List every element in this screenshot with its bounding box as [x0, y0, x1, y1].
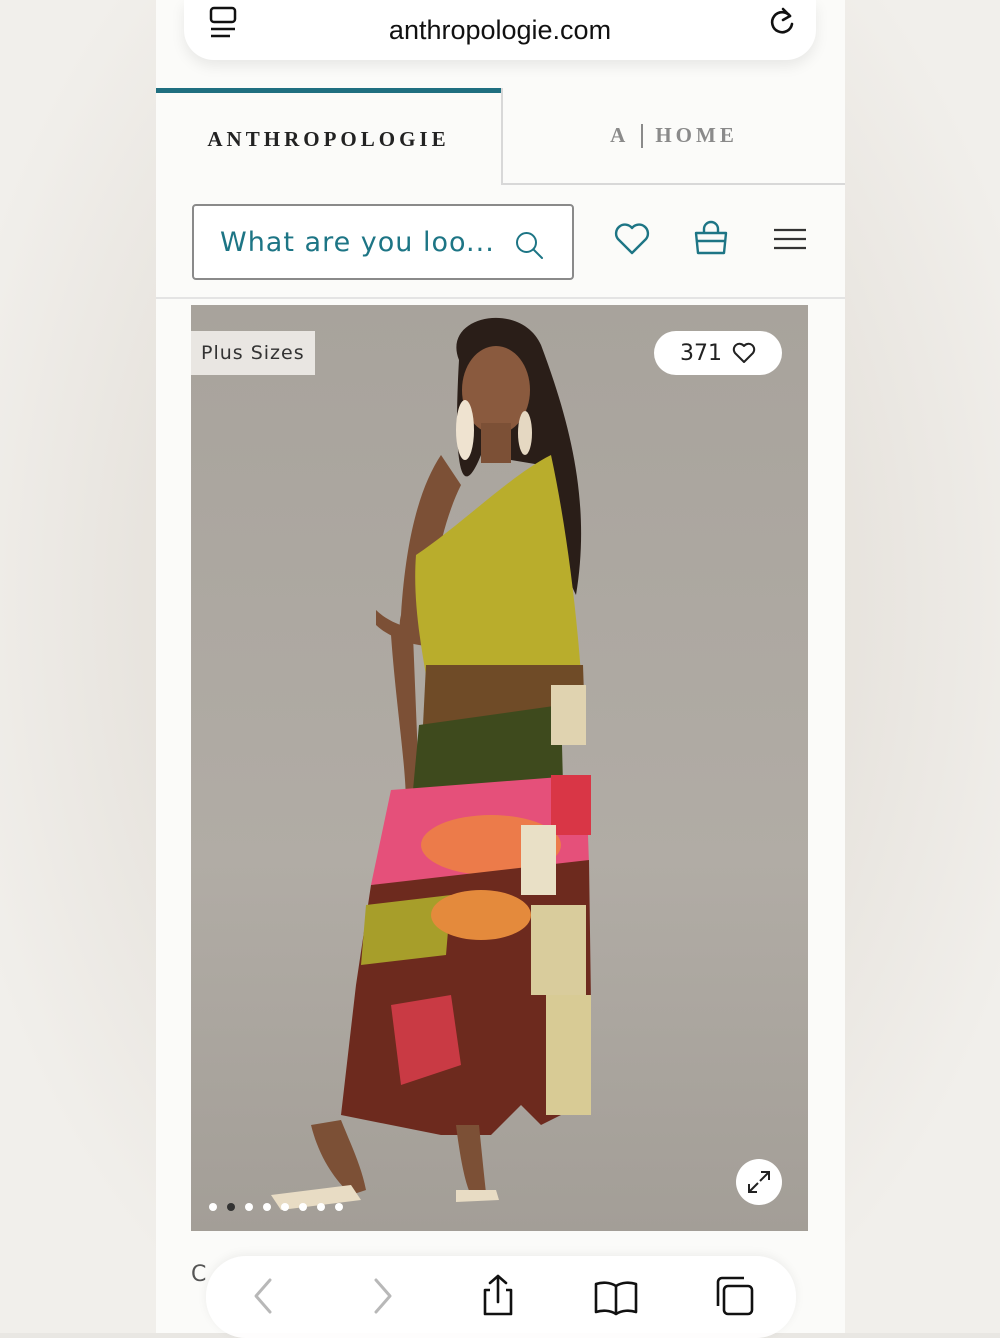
- tab-home-label: HOME: [655, 123, 738, 147]
- favorite-count: 371: [680, 340, 722, 366]
- share-icon[interactable]: [476, 1274, 520, 1318]
- reload-icon[interactable]: [766, 6, 798, 38]
- browser-url-bar[interactable]: anthropologie.com: [184, 0, 816, 60]
- tab-anthropologie[interactable]: ANTHROPOLOGIE: [156, 88, 501, 185]
- expand-image-button[interactable]: [736, 1159, 782, 1205]
- favorite-count-button[interactable]: 371: [654, 331, 782, 375]
- heart-icon: [732, 342, 756, 363]
- product-photo: [191, 305, 808, 1231]
- tab-divider: [641, 123, 644, 148]
- carousel-dot[interactable]: [245, 1203, 253, 1211]
- tab-home-a-label: A: [610, 123, 630, 147]
- carousel-dot[interactable]: [263, 1203, 271, 1211]
- shopping-bag-icon[interactable]: [691, 219, 731, 259]
- tab-anthropologie-label: ANTHROPOLOGIE: [207, 126, 450, 151]
- carousel-dot[interactable]: [281, 1203, 289, 1211]
- wishlist-heart-icon[interactable]: [612, 219, 652, 259]
- search-input[interactable]: What are you loo...: [192, 204, 574, 280]
- page-menu-icon[interactable]: [208, 4, 238, 42]
- search-icon[interactable]: [514, 230, 544, 260]
- url-text[interactable]: anthropologie.com: [389, 15, 611, 46]
- header-search-row: What are you loo...: [156, 185, 845, 299]
- carousel-dot[interactable]: [335, 1203, 343, 1211]
- expand-icon: [748, 1171, 770, 1193]
- hamburger-menu-icon[interactable]: [770, 219, 810, 259]
- tab-anthropologie-home[interactable]: A HOME: [501, 88, 845, 185]
- carousel-dot[interactable]: [317, 1203, 325, 1211]
- tabs-icon[interactable]: [712, 1274, 756, 1318]
- bookmarks-icon[interactable]: [594, 1274, 638, 1318]
- carousel-dot-active[interactable]: [227, 1203, 235, 1211]
- plus-sizes-badge: Plus Sizes: [191, 331, 315, 375]
- carousel-dot[interactable]: [209, 1203, 217, 1211]
- browser-toolbar: [206, 1256, 796, 1338]
- site-tabs: ANTHROPOLOGIE A HOME: [156, 88, 845, 185]
- back-icon[interactable]: [242, 1274, 286, 1318]
- carousel-dot[interactable]: [299, 1203, 307, 1211]
- product-image-carousel[interactable]: Plus Sizes 371: [191, 305, 808, 1231]
- carousel-dots: [209, 1203, 343, 1211]
- search-placeholder: What are you loo...: [220, 226, 495, 258]
- forward-icon[interactable]: [360, 1274, 404, 1318]
- product-info-text: C: [191, 1262, 207, 1287]
